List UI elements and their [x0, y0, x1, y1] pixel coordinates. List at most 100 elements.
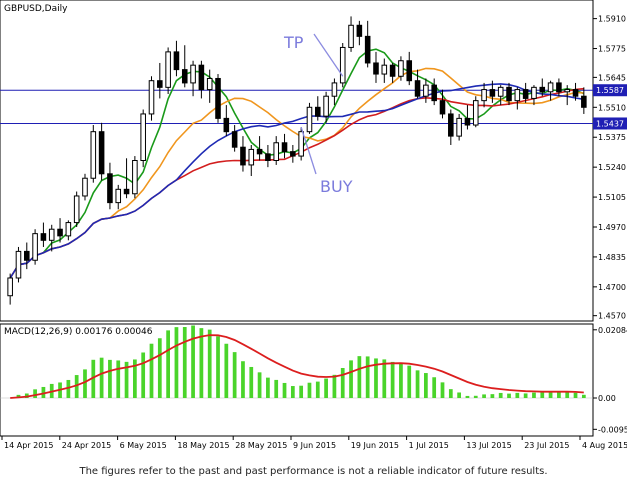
candle-body: [82, 177, 88, 197]
y-tick-label: 1.4700: [598, 283, 626, 292]
candle-body: [556, 82, 562, 93]
candle-body: [581, 95, 587, 108]
candle-body: [273, 142, 280, 161]
candle-body: [323, 95, 329, 117]
candle-body: [564, 89, 571, 93]
candle-body: [389, 64, 396, 77]
y-tick-label: 1.5775: [598, 45, 626, 54]
y-tick-label: 1.4570: [598, 312, 626, 321]
x-tick-label: 6 May 2015: [120, 441, 167, 450]
macd-label: MACD(12,26,9) 0.00176 0.00046: [4, 327, 153, 337]
y-tick-label: 1.5510: [598, 103, 626, 112]
candle-body: [181, 69, 188, 84]
candle-body: [265, 153, 271, 162]
candle-body: [489, 89, 496, 97]
x-tick-label: 18 May 2015: [177, 441, 229, 450]
candle-body: [364, 35, 371, 64]
x-tick-label: 28 May 2015: [235, 441, 287, 450]
candle-body: [157, 80, 163, 88]
candle-body: [373, 62, 379, 75]
x-tick-label: 23 Jul 2015: [524, 441, 569, 450]
x-tick-label: 19 Jun 2015: [351, 441, 399, 450]
candle-body: [514, 89, 521, 102]
candle-body: [15, 250, 22, 279]
candle-body: [32, 233, 38, 261]
y-tick-label: 1.4970: [598, 223, 626, 232]
macd-y-tick-label: 0.02084: [598, 326, 627, 335]
candle-body: [256, 148, 263, 155]
x-tick-label: 24 Apr 2015: [62, 441, 111, 450]
level-price-label: 1.5437: [596, 119, 624, 128]
candle-body: [522, 89, 529, 99]
candle-body: [107, 173, 113, 204]
candle-body: [348, 24, 354, 48]
candle-body: [57, 228, 63, 237]
candle-body: [165, 51, 171, 88]
candle-body: [497, 86, 504, 97]
candle-body: [531, 86, 537, 99]
candle-body: [65, 222, 72, 237]
candle-body: [73, 195, 80, 224]
x-tick-label: 14 Apr 2015: [4, 441, 53, 450]
x-tick-label: 4 Aug 2015: [582, 441, 627, 450]
candle-body: [248, 148, 255, 166]
candle-body: [281, 142, 288, 153]
y-tick-label: 1.5375: [598, 133, 626, 142]
candle-body: [456, 117, 462, 137]
candle-body: [431, 84, 437, 102]
y-tick-label: 1.5240: [598, 163, 626, 172]
candle-body: [356, 24, 363, 37]
candle-body: [331, 82, 338, 97]
candle-body: [464, 117, 471, 126]
disclaimer-text: The figures refer to the past and past p…: [79, 466, 548, 477]
y-tick-label: 1.5910: [598, 15, 626, 24]
candle-body: [48, 228, 55, 241]
candle-body: [98, 131, 105, 175]
candle-body: [23, 250, 30, 261]
candle-body: [90, 131, 97, 179]
candle-body: [148, 80, 155, 115]
candle-body: [414, 80, 421, 97]
y-tick-label: 1.5645: [598, 73, 626, 82]
candle-body: [423, 84, 429, 97]
candle-body: [223, 117, 230, 133]
candle-body: [40, 233, 47, 241]
x-tick-label: 9 Jun 2015: [293, 441, 336, 450]
candle-body: [115, 188, 122, 204]
macd-y-tick-label: 0.00: [598, 394, 616, 403]
x-tick-label: 13 Jul 2015: [466, 441, 511, 450]
candle-body: [481, 89, 487, 102]
level-price-label: 1.5587: [596, 86, 624, 95]
candle-body: [506, 86, 512, 102]
candle-body: [123, 188, 130, 195]
gbpusd-chart: TP BUY 1.5587 1.5437 1.5910 1.5775 1.5645 1.55…: [0, 0, 627, 450]
candle-body: [140, 113, 146, 162]
candle-body: [439, 100, 446, 115]
candle-body: [290, 151, 296, 157]
candle-body: [215, 77, 221, 119]
candle-body: [572, 89, 579, 97]
candle-body: [306, 106, 313, 133]
y-tick-label: 1.4835: [598, 253, 626, 262]
y-tick-label: 1.5105: [598, 193, 626, 202]
macd-y-tick-label: -0.00957: [598, 425, 627, 434]
candle-body: [381, 64, 388, 75]
candle-body: [7, 277, 13, 297]
candle-body: [339, 46, 346, 84]
candle-body: [132, 160, 138, 195]
candle-body: [173, 51, 180, 71]
candle-body: [398, 60, 404, 77]
candle-body: [406, 60, 413, 82]
candle-body: [190, 64, 196, 84]
x-tick-label: 1 Jul 2015: [409, 441, 449, 450]
candle-body: [314, 106, 321, 117]
candle-body: [448, 113, 454, 137]
candle-body: [198, 64, 205, 91]
symbol-label: GBPUSD,Daily: [4, 4, 68, 14]
candle-body: [240, 146, 246, 166]
candle-body: [547, 82, 554, 93]
tp-label: TP: [283, 33, 304, 52]
candle-body: [298, 131, 304, 157]
candle-body: [539, 86, 546, 93]
candle-body: [231, 131, 238, 148]
